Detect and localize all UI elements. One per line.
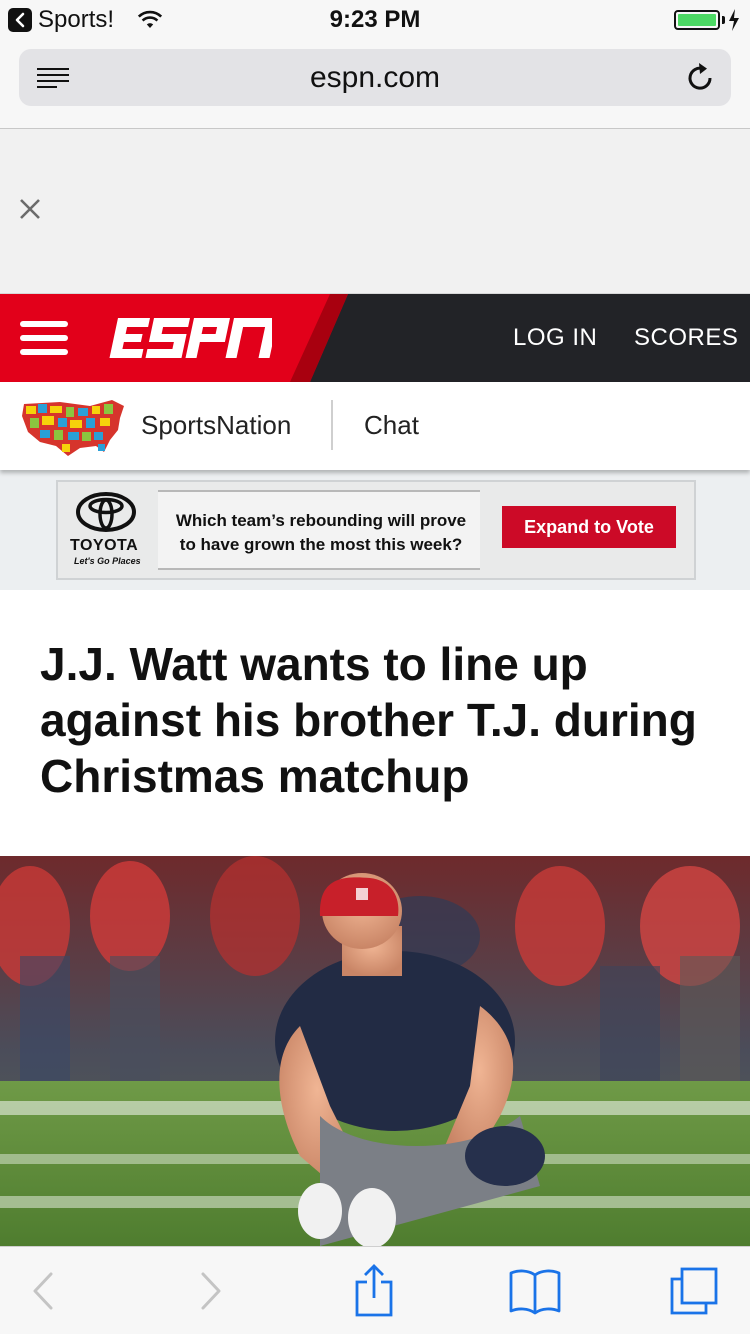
- article-headline[interactable]: J.J. Watt wants to line up against his b…: [40, 636, 720, 804]
- ad-banner: [0, 129, 750, 294]
- toyota-logo-icon: [76, 492, 136, 532]
- expand-to-vote-button[interactable]: Expand to Vote: [502, 506, 676, 548]
- scores-link[interactable]: SCORES: [634, 324, 738, 352]
- address-bar[interactable]: espn.com: [19, 49, 731, 106]
- forward-icon[interactable]: [186, 1247, 236, 1334]
- sponsored-poll: TOYOTA Let's Go Places Which team’s rebo…: [0, 470, 750, 590]
- browser-toolbar: [0, 1246, 750, 1334]
- sponsor-name: TOYOTA: [70, 537, 139, 554]
- hero-photo: [0, 856, 750, 1246]
- browser-address-area: espn.com: [0, 40, 750, 129]
- status-bar: Sports! 9:23 PM: [0, 0, 750, 40]
- share-icon[interactable]: [346, 1247, 402, 1334]
- article-hero-image[interactable]: [0, 856, 750, 1246]
- status-time: 9:23 PM: [329, 6, 421, 33]
- espn-header: LOG IN SCORES: [0, 294, 750, 382]
- poll-question: Which team’s rebounding will prove to ha…: [175, 511, 467, 554]
- close-icon[interactable]: [18, 197, 42, 221]
- menu-icon[interactable]: [20, 321, 68, 355]
- battery-icon: [674, 10, 720, 30]
- tabs-icon[interactable]: [664, 1247, 724, 1334]
- bookmarks-icon[interactable]: [505, 1247, 565, 1334]
- subnav-divider: [331, 400, 333, 450]
- sponsor-tagline: Let's Go Places: [74, 556, 141, 566]
- espn-logo[interactable]: [106, 318, 278, 363]
- login-link[interactable]: LOG IN: [513, 324, 597, 352]
- sportsnation-bar: SportsNation Chat: [0, 382, 750, 470]
- sportsnation-label[interactable]: SportsNation: [141, 410, 291, 441]
- reload-icon[interactable]: [685, 61, 715, 98]
- chat-link[interactable]: Chat: [364, 410, 419, 441]
- sportsnation-map-logo[interactable]: [20, 396, 128, 465]
- battery-fill: [678, 14, 716, 26]
- url-text[interactable]: espn.com: [19, 61, 731, 95]
- back-icon[interactable]: [18, 1247, 68, 1334]
- battery-cap: [722, 16, 725, 24]
- poll-card: TOYOTA Let's Go Places Which team’s rebo…: [56, 480, 696, 580]
- charging-bolt-icon: [728, 9, 740, 36]
- poll-question-box: Which team’s rebounding will prove to ha…: [158, 490, 480, 570]
